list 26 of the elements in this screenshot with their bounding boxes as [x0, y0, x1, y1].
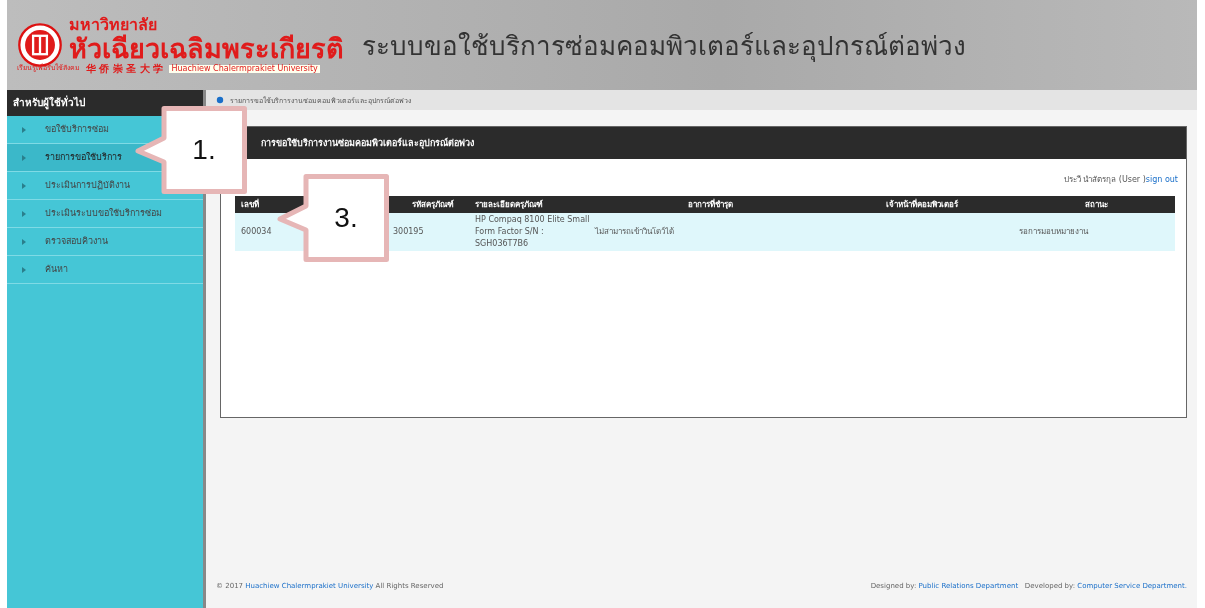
step-callout-tooltip: 3.: [277, 174, 389, 262]
step-callout-tooltip: 1.: [135, 106, 247, 194]
table-cell: 300195: [392, 213, 474, 251]
column-header: เลขที่: [235, 196, 290, 213]
chevron-icon: [21, 125, 27, 134]
university-name-small: มหาวิทยาลัย: [69, 16, 158, 33]
home-icon[interactable]: [216, 96, 224, 104]
column-header: รายละเอียดครุภัณฑ์: [474, 196, 594, 213]
column-header: สถานะ: [1018, 196, 1175, 213]
chevron-icon: [21, 181, 27, 190]
column-header: เจ้าหน้าที่คอมพิวเตอร์: [826, 196, 1018, 213]
english-name: Huachiew Chalermprakiet University: [169, 64, 320, 73]
user-name: ประวี นำสัตรกุล (User ): [1063, 175, 1146, 184]
chevron-icon: [21, 265, 27, 274]
chinese-name: 华 侨 崇 圣 大 学: [86, 63, 164, 74]
table-cell: 600034: [235, 213, 290, 251]
column-header: อาการที่ชำรุด: [594, 196, 826, 213]
table-cell: HP Compaq 8100 Elite Small Form Factor S/N : SGH036T7B6: [474, 213, 594, 251]
chevron-icon: [21, 209, 27, 218]
system-title: ระบบขอใช้บริการซ่อมคอมพิวเตอร์และอุปกรณ์ต่อพ่วง: [362, 29, 966, 64]
university-name: หัวเฉียวเฉลิมพระเกียรติ: [69, 34, 344, 62]
table-cell: ไม่สามารถเข้าวินโดว์ได้: [594, 213, 826, 251]
chevron-icon: [21, 237, 27, 246]
chevron-icon: [21, 153, 27, 162]
column-header: รหัสครุภัณฑ์: [392, 196, 474, 213]
table-cell: รอการมอบหมายงาน: [1018, 213, 1175, 251]
